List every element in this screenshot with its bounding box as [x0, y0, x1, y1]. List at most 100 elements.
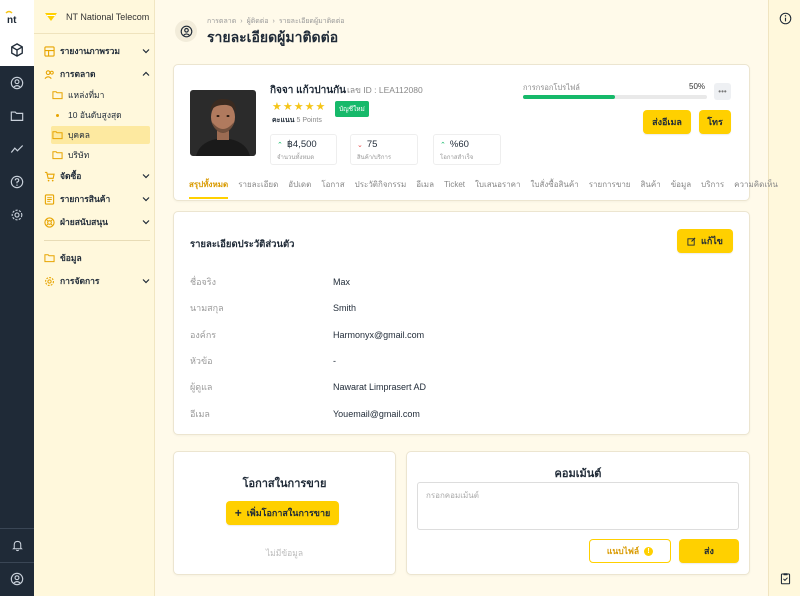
brand-logo-icon — [45, 12, 57, 21]
trend-up-icon: ⌃ — [277, 141, 283, 149]
detail-row: นามสกุล Smith — [190, 295, 735, 321]
detail-key: อีเมล — [190, 409, 210, 419]
gear-icon — [45, 276, 54, 286]
attention-icon: ! — [644, 546, 654, 556]
score-label: คะแนน — [272, 117, 295, 124]
sidebar-item-label: การจัดการ — [60, 276, 100, 286]
list-icon — [44, 193, 55, 205]
tab-item[interactable]: บริการ — [701, 179, 724, 199]
breadcrumb-item: รายละเอียดผู้มาติดต่อ — [278, 18, 345, 25]
secondary-sidebar: NT National Telecom รายงานภาพรวม การตลาด… — [34, 0, 155, 596]
send-comment-button[interactable]: ส่ง — [679, 539, 739, 563]
tab-item[interactable]: สรุปทั้งหมด — [189, 179, 229, 199]
score: คะแนน 5 Points — [272, 115, 322, 126]
rail-help-icon[interactable] — [0, 166, 34, 198]
attach-label: แนบไฟล์ — [606, 546, 640, 556]
tab-item[interactable]: อีเมล — [416, 179, 434, 199]
bullet-dot-icon — [52, 113, 63, 117]
detail-row: หัวข้อ - — [190, 348, 735, 374]
stat-label: สินค้า/บริการ — [357, 155, 392, 161]
stat-value: ฿4,500 — [286, 139, 317, 150]
tab-item[interactable]: อัปเดต — [288, 179, 311, 199]
progress-fill — [523, 95, 615, 99]
icon-rail: nt — [0, 0, 34, 596]
sidebar-group-purchasing[interactable]: จัดซื้อ — [44, 167, 150, 185]
detail-value: Harmonyx@gmail.com — [333, 330, 425, 340]
users-icon — [44, 69, 54, 79]
stat-success: ⌃ %60 โอกาสสำเร็จ — [433, 134, 501, 165]
brand: NT National Telecom — [34, 0, 155, 34]
rail-chart-icon[interactable] — [0, 133, 34, 165]
info-icon[interactable] — [769, 2, 800, 34]
tab-item[interactable]: สินค้า — [641, 179, 661, 199]
comment-input[interactable] — [417, 482, 739, 530]
sidebar-item-data[interactable]: ข้อมูล — [44, 249, 150, 267]
right-rail — [768, 0, 800, 596]
tab-item[interactable]: รายการขาย — [589, 179, 631, 199]
attach-file-button[interactable]: แนบไฟล์ ! — [589, 539, 671, 563]
tab-item[interactable]: ใบเสนอราคา — [475, 179, 521, 199]
detail-value: Smith — [333, 303, 357, 313]
folder-icon — [52, 151, 63, 160]
breadcrumb-item[interactable]: การตลาด — [207, 16, 236, 27]
clipboard-icon[interactable] — [769, 562, 800, 594]
stat-value: %60 — [449, 139, 469, 150]
stat-value: 75 — [366, 139, 378, 150]
chevron-right-icon: › — [240, 18, 243, 25]
chevron-up-icon — [142, 71, 150, 76]
sidebar-group-products[interactable]: รายการสินค้า — [44, 190, 150, 208]
sidebar-group-label: การตลาด — [60, 69, 96, 79]
sidebar-group-overview[interactable]: รายงานภาพรวม — [44, 42, 150, 60]
status-badge: บัญชีใหม่ — [335, 101, 369, 117]
sidebar-group-label: รายการสินค้า — [60, 194, 111, 204]
chevron-right-icon: › — [272, 18, 275, 25]
profile-card: กิจจา แก้วปานกัน เลข ID : LEA112080 ★★★★… — [173, 64, 778, 201]
details-title: รายละเอียดประวัติส่วนตัว — [190, 239, 295, 250]
rail-settings-icon[interactable] — [0, 199, 34, 231]
avatar — [190, 90, 256, 156]
sidebar-group-marketing[interactable]: การตลาด — [44, 65, 150, 83]
detail-key: หัวข้อ — [190, 356, 213, 366]
tab-item[interactable]: รายละเอียด — [238, 179, 278, 199]
sidebar-item-sources[interactable]: แหล่งที่มา — [52, 86, 150, 104]
plus-icon: + — [234, 506, 242, 520]
sidebar-item-label: แหล่งที่มา — [68, 90, 105, 100]
empty-state: ไม่มีข้อมูล — [265, 548, 304, 558]
edit-button[interactable]: แก้ไข — [677, 229, 733, 253]
rail-folder-icon[interactable] — [0, 100, 34, 132]
tab-item[interactable]: ข้อมูล — [671, 179, 691, 199]
tab-item[interactable]: ความคิดเห็น — [734, 179, 778, 199]
contact-id: เลข ID : LEA112080 — [347, 85, 423, 95]
sidebar-group-label: ฝ่ายสนับสนุน — [60, 217, 108, 227]
add-opportunity-button[interactable]: + เพิ่มโอกาสในการขาย — [226, 501, 339, 525]
tab-item[interactable]: ใบสั่งซื้อสินค้า — [531, 179, 579, 199]
detail-value: Max — [333, 277, 351, 287]
tab-item[interactable]: Ticket — [444, 179, 465, 199]
send-email-button[interactable]: ส่งอีเมล — [643, 110, 691, 134]
sidebar-item-management[interactable]: การจัดการ — [44, 272, 150, 290]
tab-item[interactable]: โอกาส — [321, 179, 344, 199]
chevron-down-icon — [142, 197, 150, 202]
sidebar-item-person[interactable]: บุคคล — [51, 126, 150, 144]
sidebar-item-label: ข้อมูล — [60, 253, 82, 263]
detail-value: Youemail@gmail.com — [333, 409, 420, 419]
logo-text: nt — [7, 15, 17, 24]
cart-icon — [44, 171, 55, 181]
chevron-down-icon — [142, 49, 150, 54]
breadcrumb-item[interactable]: ผู้ติดต่อ — [247, 16, 269, 27]
sidebar-item-top10[interactable]: 10 อันดับสูงสุด — [52, 106, 150, 124]
folder-icon — [52, 91, 63, 100]
more-options-button[interactable]: ••• — [714, 83, 731, 100]
sidebar-item-company[interactable]: บริษัท — [52, 146, 150, 164]
rail-user-icon[interactable] — [0, 67, 34, 99]
contact-header-icon — [175, 20, 197, 42]
rail-cube-icon[interactable] — [0, 34, 34, 66]
grid-icon — [44, 45, 55, 57]
sidebar-group-support[interactable]: ฝ่ายสนับสนุน — [44, 213, 150, 231]
rail-profile-icon[interactable] — [0, 563, 34, 595]
detail-value: - — [333, 356, 336, 366]
call-button[interactable]: โทร — [699, 110, 731, 134]
tab-item[interactable]: ประวัติกิจกรรม — [355, 179, 407, 199]
rail-bell-icon[interactable] — [0, 529, 34, 561]
edit-label: แก้ไข — [701, 236, 723, 246]
